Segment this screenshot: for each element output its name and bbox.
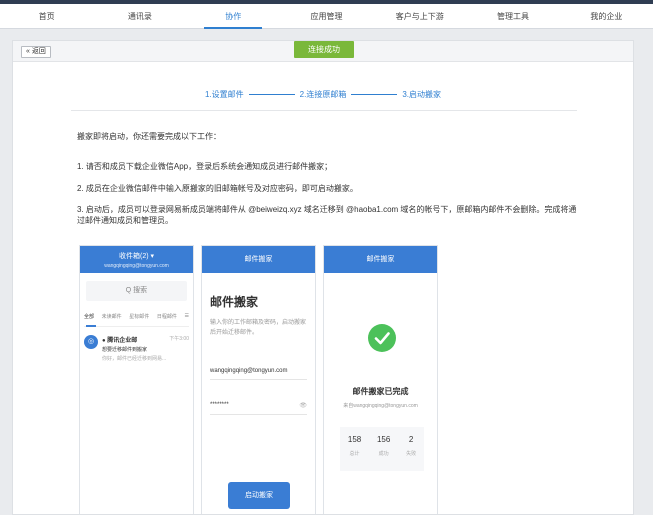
nav-my-enterprise[interactable]: 我的企业 <box>560 4 653 28</box>
mail-row: ● 腾讯企业邮 下午3:00 <box>102 335 189 344</box>
status-badge: 连接成功 <box>294 41 354 58</box>
mail-avatar-icon: ◎ <box>84 335 98 349</box>
stat-total: 158 总计 <box>348 435 361 471</box>
step-2: 2.连接原邮箱 <box>299 89 347 99</box>
eye-icon: 👁 <box>299 403 307 409</box>
migration-stats: 158 总计 156 成功 2 失败 <box>340 427 424 471</box>
nav-collaboration[interactable]: 协作 <box>187 4 280 29</box>
stat-label: 总计 <box>349 451 360 457</box>
mail-sender: ● 腾讯企业邮 <box>102 338 138 344</box>
tab-underline <box>86 325 96 327</box>
top-nav: 首页 通讯录 协作 应用管理 客户与上下游 管理工具 我的企业 <box>0 4 653 29</box>
tip-1: 1. 请否和成员下载企业微信App，登录后系统会通知成员进行邮件搬家； <box>77 162 333 171</box>
password-field: ******** 👁 <box>210 402 307 415</box>
phone-preview-done: 邮件搬家 邮件搬家已完成 来自wangqingqing@tongyun.com … <box>323 245 438 514</box>
phone-preview-inbox: 收件箱(2) ▾ wangqingqing@tongyun.com Q 搜索 全… <box>79 245 194 514</box>
account-field: wangqingqing@tongyun.com <box>210 368 307 380</box>
mail-subject: 想要迁移邮件到搬家 <box>102 347 148 353</box>
inbox-account: wangqingqing@tongyun.com <box>104 263 169 269</box>
phone-header: 邮件搬家 <box>324 246 437 273</box>
list-item: ◎ ● 腾讯企业邮 下午3:00 想要迁移邮件到搬家 你好，邮件已经迁移到网易.… <box>84 335 189 362</box>
nav-app-management[interactable]: 应用管理 <box>280 4 373 28</box>
main-panel: « 返回 连接成功 1.设置邮件 2.连接原邮箱 3.启动搬家 搬家即将启动，你… <box>12 40 634 515</box>
nav-customers[interactable]: 客户与上下游 <box>373 4 466 28</box>
nav-tools[interactable]: 管理工具 <box>466 4 559 28</box>
tab-unread: 未读邮件 <box>101 314 122 320</box>
stat-label: 失败 <box>406 451 417 457</box>
migration-desc: 输入你的工作邮箱及密码，启动搬家后开始迁移邮件。 <box>210 320 307 336</box>
tip-3: 3. 启动后，成员可以登录网易新成员端将邮件从 @beiweizq.xyz 域名… <box>77 205 577 225</box>
done-title: 邮件搬家已完成 <box>352 387 409 396</box>
back-button[interactable]: « 返回 <box>21 46 51 58</box>
step-1: 1.设置邮件 <box>204 89 244 99</box>
mail-body: ● 腾讯企业邮 下午3:00 想要迁移邮件到搬家 你好，邮件已经迁移到网易... <box>102 335 189 362</box>
menu-icon: ☰ <box>184 313 189 319</box>
tab-all: 全部 <box>84 314 95 320</box>
mail-preview: 你好，邮件已经迁移到网易... <box>102 356 167 362</box>
tab-calendar: 日程邮件 <box>156 314 177 320</box>
step-indicator: 1.设置邮件 2.连接原邮箱 3.启动搬家 <box>13 88 633 100</box>
stat-number: 2 <box>408 435 414 444</box>
step-connector <box>351 93 398 95</box>
inbox-title: 收件箱(2) ▾ <box>118 253 154 260</box>
step-connector <box>248 93 295 95</box>
search-input: Q 搜索 <box>86 281 187 301</box>
check-circle-icon <box>368 324 396 352</box>
tab-starred: 星标邮件 <box>129 314 150 320</box>
start-migration-button: 启动搬家 <box>228 482 290 509</box>
password-value: ******** <box>210 402 229 408</box>
phone-preview-migration: 邮件搬家 邮件搬家 输入你的工作邮箱及密码，启动搬家后开始迁移邮件。 wangq… <box>201 245 316 514</box>
done-subtitle: 来自wangqingqing@tongyun.com <box>343 403 418 409</box>
nav-home[interactable]: 首页 <box>0 4 93 28</box>
nav-contacts[interactable]: 通讯录 <box>93 4 186 28</box>
stat-label: 成功 <box>378 451 389 457</box>
stat-success: 156 成功 <box>377 435 390 471</box>
step-3: 3.启动搬家 <box>402 89 441 99</box>
tip-2: 2. 成员在企业微信邮件中输入原搬家的旧邮箱帐号及对应密码，即可启动搬家。 <box>77 184 358 193</box>
intro-text: 搬家即将启动，你还需要完成以下工作： <box>77 132 221 141</box>
stat-failed: 2 失败 <box>406 435 416 471</box>
mail-tabs: 全部 未读邮件 星标邮件 日程邮件 ☰ <box>84 313 189 327</box>
stat-number: 156 <box>376 435 391 444</box>
stat-number: 158 <box>347 435 362 444</box>
phone-header: 收件箱(2) ▾ wangqingqing@tongyun.com <box>80 246 193 273</box>
phone-header: 邮件搬家 <box>202 246 315 273</box>
divider <box>71 110 577 111</box>
toolbar: « 返回 连接成功 <box>13 41 633 62</box>
migration-title: 邮件搬家 <box>210 295 259 309</box>
mail-time: 下午3:00 <box>169 336 189 342</box>
